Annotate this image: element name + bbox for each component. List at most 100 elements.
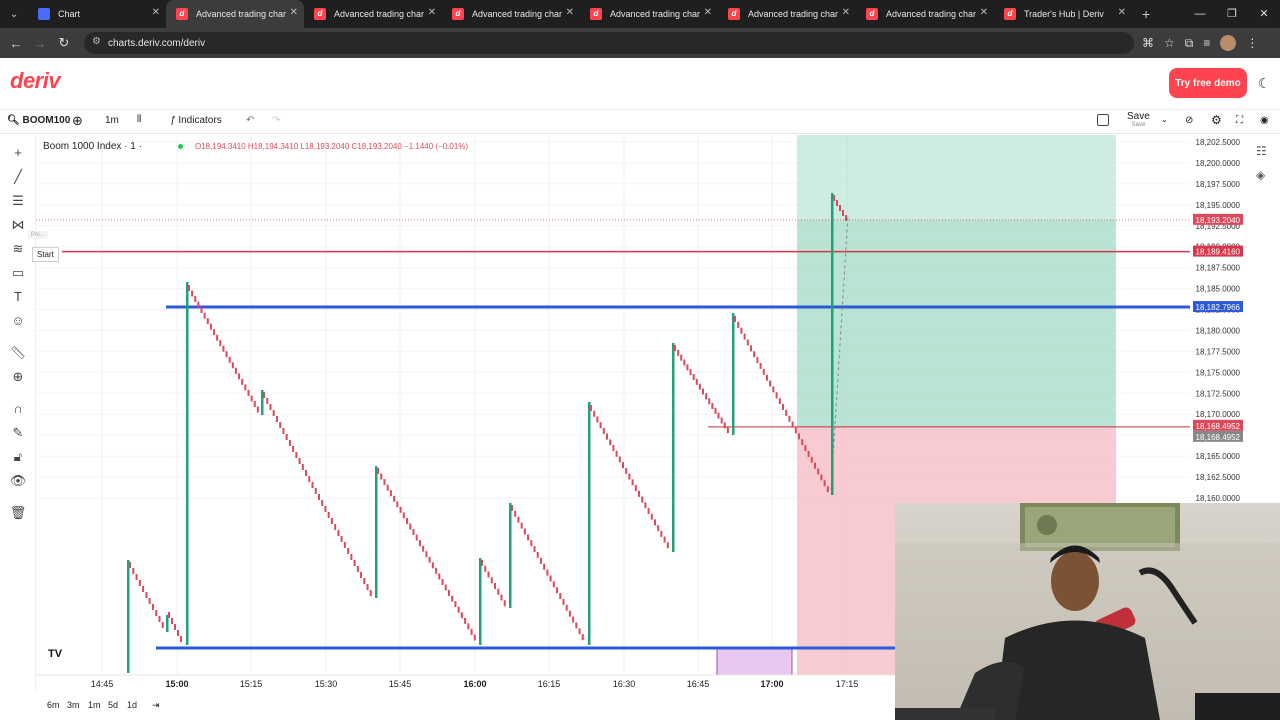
candle-type-icon[interactable]: ⫴: [137, 114, 141, 125]
right-panel-icons: ☷ ◈: [1256, 144, 1267, 182]
down-candle: [360, 572, 363, 578]
indicators-button[interactable]: ƒ Indicators: [170, 115, 222, 126]
range-1d[interactable]: 1d: [127, 700, 137, 710]
browser-tab[interactable]: d Trader's Hub | Deriv ✕: [994, 0, 1132, 28]
down-candle: [467, 623, 470, 630]
layers-icon[interactable]: ◈: [1256, 168, 1267, 182]
site-info-icon[interactable]: ⚙: [92, 36, 101, 47]
order-list-icon[interactable]: ☷: [1256, 144, 1267, 158]
goto-date-icon[interactable]: ⇥: [152, 700, 160, 711]
range-6m[interactable]: 6m: [47, 700, 60, 710]
undo-icon[interactable]: ↶: [246, 115, 254, 126]
down-candle: [740, 327, 743, 334]
browser-tab[interactable]: d Advanced trading charts ✕: [718, 0, 856, 28]
tradingview-logo[interactable]: TV: [48, 648, 62, 660]
down-candle: [263, 392, 265, 398]
save-dropdown-icon[interactable]: ⌄: [1161, 115, 1168, 124]
browser-tab[interactable]: d Advanced trading charts ✕: [304, 0, 442, 28]
deriv-icon: d: [314, 8, 326, 20]
tab-close-icon[interactable]: ✕: [428, 7, 436, 18]
browser-tab[interactable]: d Advanced trading charts ✕: [856, 0, 994, 28]
tab-close-icon[interactable]: ✕: [842, 7, 850, 18]
down-candle: [158, 616, 161, 622]
down-candle: [334, 524, 337, 530]
forward-icon[interactable]: →: [28, 36, 52, 51]
down-candle: [839, 205, 841, 211]
try-free-demo-button[interactable]: Try free demo: [1169, 68, 1247, 98]
layout-icon[interactable]: [1097, 114, 1109, 126]
down-candle: [308, 476, 311, 482]
range-1m[interactable]: 1m: [88, 700, 101, 710]
down-candle: [418, 540, 421, 547]
down-candle: [756, 357, 759, 364]
reload-icon[interactable]: ↻: [52, 35, 76, 51]
minimize-icon[interactable]: —: [1184, 0, 1216, 28]
time-axis: 14:45 15:00 15:15 15:30 15:45 16:00 16:15 16:30…: [36, 674, 895, 689]
redo-icon[interactable]: ↷: [272, 115, 280, 126]
interval-button[interactable]: 1m: [105, 115, 119, 126]
browser-menu-icon[interactable]: ⋮: [1246, 36, 1258, 50]
tab-close-icon[interactable]: ✕: [566, 7, 574, 18]
save-button[interactable]: Save Save: [1127, 112, 1150, 130]
browser-tab[interactable]: Chart ✕: [28, 0, 166, 28]
new-tab-button[interactable]: +: [1132, 6, 1160, 22]
extensions-icon[interactable]: ⧉: [1185, 36, 1194, 51]
down-candle: [487, 571, 490, 578]
down-candle: [625, 467, 628, 474]
theme-toggle-icon[interactable]: ☾: [1258, 75, 1271, 92]
down-candle: [562, 598, 565, 605]
down-candle: [194, 296, 197, 303]
time-tick-label: 15:45: [389, 679, 412, 689]
price-tick-label: 18,185.0000: [1196, 285, 1241, 294]
restore-icon[interactable]: ❐: [1216, 0, 1248, 28]
down-candle: [425, 551, 428, 558]
down-candle: [191, 290, 194, 297]
close-window-icon[interactable]: ✕: [1248, 0, 1280, 28]
screenshot-icon[interactable]: ◉: [1260, 115, 1269, 126]
tab-close-icon[interactable]: ✕: [704, 7, 712, 18]
tab-close-icon[interactable]: ✕: [1118, 7, 1126, 18]
down-candle: [628, 473, 631, 480]
back-icon[interactable]: ←: [4, 36, 28, 51]
tab-close-icon[interactable]: ✕: [980, 7, 988, 18]
market-open-indicator: [177, 144, 183, 149]
range-3m[interactable]: 3m: [67, 700, 80, 710]
url-field[interactable]: ⚙ charts.deriv.com/deriv: [84, 32, 1134, 54]
compare-add-icon[interactable]: ⊕: [72, 113, 83, 129]
search-icon: 🔍︎: [7, 115, 20, 126]
tab-title: Chart: [58, 9, 81, 19]
bookmark-star-icon[interactable]: ☆: [1164, 36, 1175, 50]
profile-avatar[interactable]: [1220, 35, 1237, 51]
settings-icon[interactable]: ⚙: [1211, 113, 1222, 127]
symbol-search[interactable]: 🔍︎ BOOM100: [7, 115, 70, 126]
translate-icon[interactable]: ⌘: [1142, 36, 1154, 50]
down-candle: [634, 485, 637, 492]
down-candle: [657, 525, 660, 532]
price-tick-label: 18,187.5000: [1196, 264, 1241, 273]
fullscreen-icon[interactable]: ⛶: [1236, 115, 1243, 126]
browser-tab[interactable]: d Advanced trading charts ✕: [580, 0, 718, 28]
down-candle: [791, 421, 794, 428]
price-tick-label: 18,200.0000: [1196, 159, 1241, 168]
down-candle: [533, 546, 536, 553]
down-candle: [590, 405, 592, 411]
quick-search-icon[interactable]: ⊘: [1185, 115, 1193, 126]
tab-title: Advanced trading charts: [610, 9, 700, 19]
down-candle: [737, 321, 740, 328]
down-candle: [180, 636, 182, 642]
down-candle: [203, 312, 206, 319]
tab-close-icon[interactable]: ✕: [152, 7, 160, 18]
down-candle: [666, 542, 669, 549]
down-candle: [769, 380, 772, 387]
browser-tab[interactable]: d Advanced trading charts ✕: [166, 0, 304, 28]
range-5d[interactable]: 5d: [108, 700, 118, 710]
deriv-logo[interactable]: deriv: [10, 68, 61, 94]
tab-close-icon[interactable]: ✕: [290, 7, 298, 18]
media-icon[interactable]: ≡: [1203, 36, 1210, 50]
browser-tab[interactable]: d Advanced trading charts ✕: [442, 0, 580, 28]
price-tick-label: 18,162.5000: [1196, 473, 1241, 482]
tab-search-icon[interactable]: ⌄: [0, 9, 28, 20]
chart-toolbar: 🔍︎ BOOM100 ⊕ 1m ⫴ ƒ Indicators ↶ ↷ Save …: [0, 110, 1280, 134]
down-candle: [200, 307, 203, 314]
down-candle: [644, 502, 647, 509]
